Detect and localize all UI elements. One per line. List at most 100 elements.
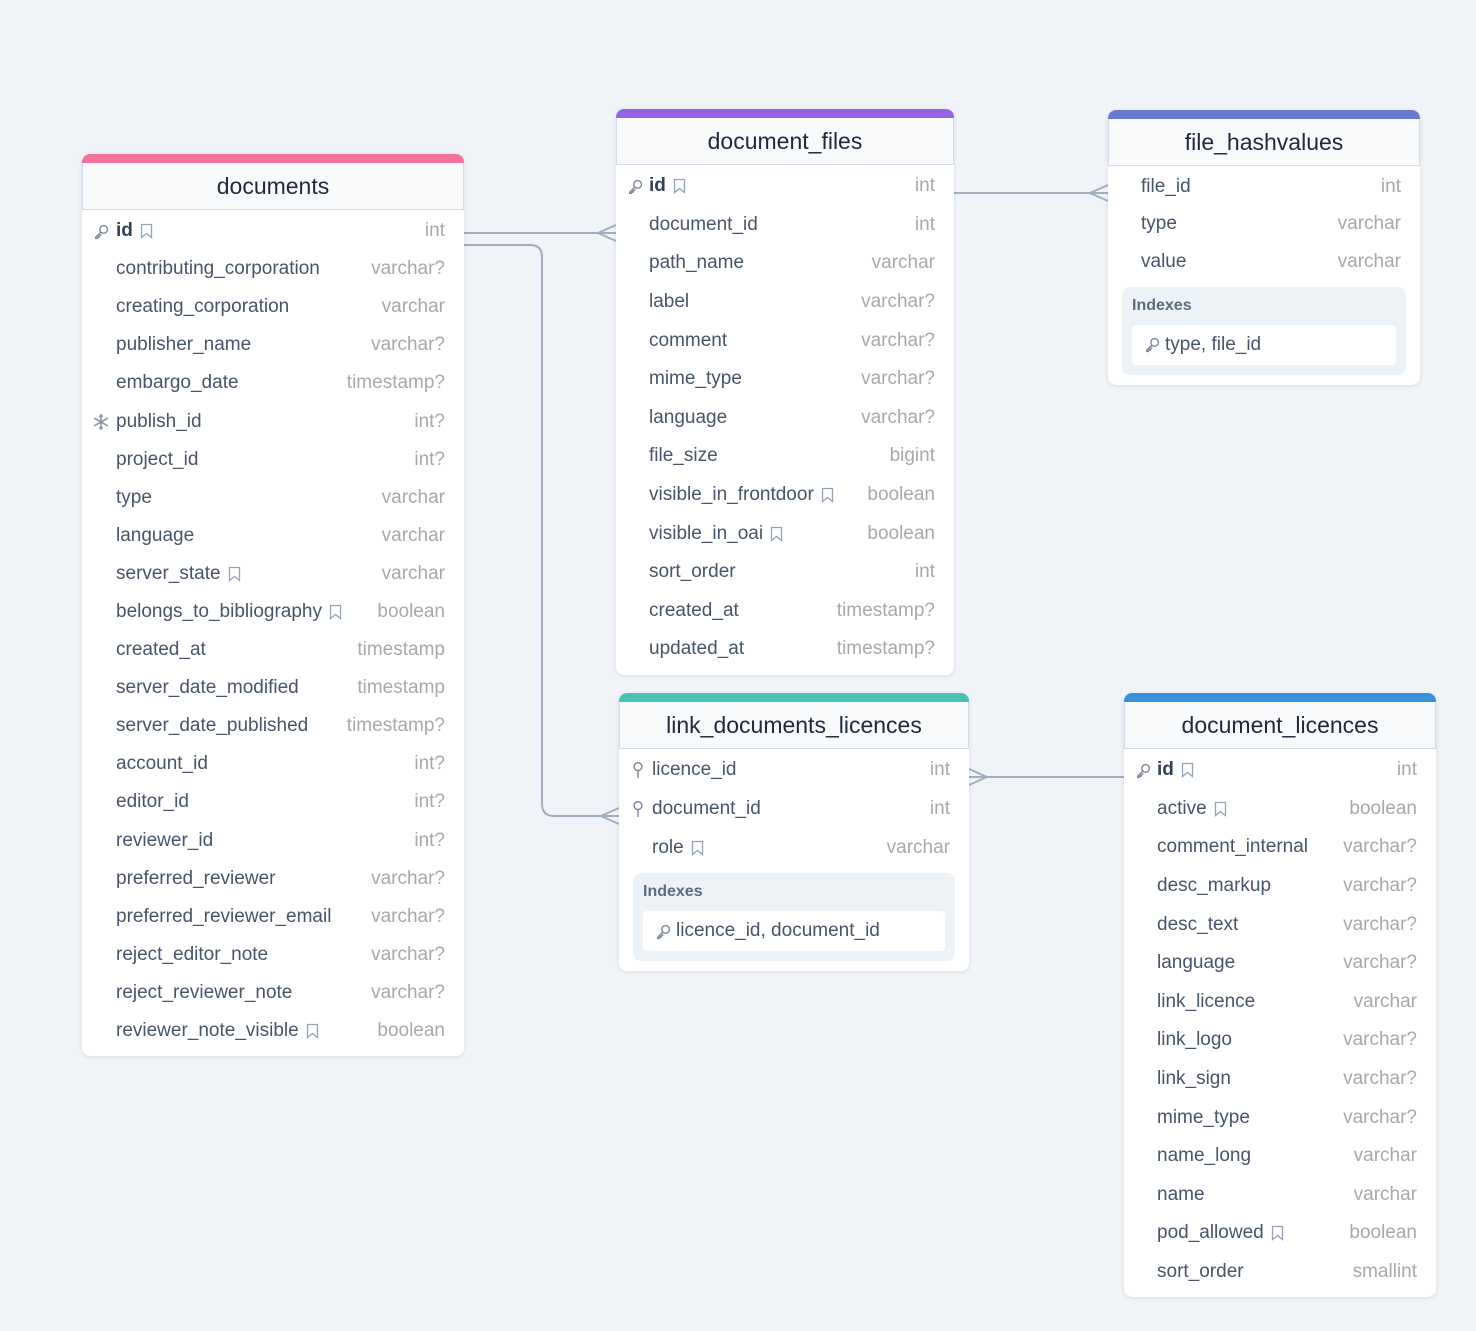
column-name-text: server_date_modified [116,677,299,699]
column-row[interactable]: visible_in_oai boolean [616,514,954,553]
column-row[interactable]: language varchar? [616,399,954,438]
column-type: varchar [886,836,950,858]
table-document-licences[interactable]: document_licences id int active boolean comme… [1124,693,1436,1298]
index-columns: type, file_id [1165,333,1262,355]
column-name: active [1157,798,1227,820]
column-row[interactable]: label varchar? [616,283,954,322]
column-row[interactable]: server_state varchar [82,555,464,593]
column-row[interactable]: link_sign varchar? [1124,1060,1436,1099]
column-row[interactable]: updated_at timestamp? [616,630,954,669]
column-name: comment [649,330,727,352]
column-name-text: mime_type [649,368,742,390]
table-title[interactable]: documents [82,163,464,210]
table-documents[interactable]: documents id int contributing_corporation va… [82,154,464,1057]
column-row[interactable]: path_name varchar [616,244,954,283]
table-title[interactable]: document_files [616,118,954,165]
column-name: licence_id [652,759,737,781]
table-file-hashvalues[interactable]: file_hashvalues file_id int type varchar valu… [1108,110,1420,385]
column-row[interactable]: server_date_modified timestamp [82,669,464,707]
relation-documents-link-documents-licences[interactable] [464,244,619,817]
column-row[interactable]: value varchar [1108,243,1420,281]
column-row[interactable]: desc_markup varchar? [1124,867,1436,906]
column-row[interactable]: role varchar [619,829,969,868]
table-title[interactable]: file_hashvalues [1108,119,1420,166]
column-row[interactable]: desc_text varchar? [1124,905,1436,944]
column-row[interactable]: comment varchar? [616,321,954,360]
column-row[interactable]: contributing_corporation varchar? [82,250,464,288]
column-row[interactable]: visible_in_frontdoor boolean [616,476,954,515]
column-row[interactable]: editor_id int? [82,783,464,821]
column-row[interactable]: file_size bigint [616,437,954,476]
column-row[interactable]: server_date_published timestamp? [82,707,464,745]
column-row[interactable]: document_id int [616,206,954,245]
note-bookmark-icon[interactable] [684,840,704,856]
column-type: timestamp? [346,715,445,737]
column-name: language [1157,952,1235,974]
column-row[interactable]: project_id int? [82,441,464,479]
column-name: publish_id [116,411,202,433]
note-bookmark-icon[interactable] [133,223,153,239]
note-bookmark-icon[interactable] [322,604,342,620]
column-row[interactable]: active boolean [1124,790,1436,829]
column-row[interactable]: mime_type varchar? [616,360,954,399]
column-row[interactable]: preferred_reviewer_email varchar? [82,898,464,936]
column-row[interactable]: link_logo varchar? [1124,1021,1436,1060]
note-bookmark-icon[interactable] [1207,801,1227,817]
note-bookmark-icon[interactable] [666,178,686,195]
column-row[interactable]: created_at timestamp [82,631,464,669]
column-name: sort_order [1157,1261,1244,1283]
index-item[interactable]: type, file_id [1132,324,1396,365]
column-row[interactable]: reviewer_id int? [82,822,464,860]
column-name: preferred_reviewer_email [116,906,331,928]
column-type: varchar? [371,334,445,356]
column-row[interactable]: id int [82,212,464,250]
column-row[interactable]: link_licence varchar [1124,983,1436,1022]
column-name-text: belongs_to_bibliography [116,600,322,622]
table-link-documents-licences[interactable]: link_documents_licences licence_id int docu… [619,693,969,972]
column-row[interactable]: licence_id int [619,751,969,790]
column-row[interactable]: account_id int? [82,745,464,783]
column-row[interactable]: publish_id int? [82,402,464,440]
note-bookmark-icon[interactable] [1264,1225,1284,1242]
column-type: int [1396,759,1417,781]
note-bookmark-icon[interactable] [814,487,834,503]
column-name: name_long [1157,1145,1251,1167]
table-title[interactable]: document_licences [1124,702,1436,749]
table-document-files[interactable]: document_files id int document_id int path_na… [616,109,954,675]
column-row[interactable]: publisher_name varchar? [82,326,464,364]
index-item[interactable]: licence_id, document_id [643,911,945,952]
column-row[interactable]: document_id int [619,790,969,829]
column-row[interactable]: sort_order int [616,553,954,592]
note-bookmark-icon[interactable] [763,526,783,542]
column-row[interactable]: name varchar [1124,1176,1436,1215]
column-row[interactable]: file_id int [1108,168,1420,206]
column-name: document_id [649,214,758,236]
column-row[interactable]: reject_reviewer_note varchar? [82,974,464,1012]
column-row[interactable]: belongs_to_bibliography boolean [82,593,464,631]
table-title[interactable]: link_documents_licences [619,702,969,749]
column-name-text: language [116,524,195,546]
column-row[interactable]: pod_allowed boolean [1124,1214,1436,1253]
column-row[interactable]: creating_corporation varchar [82,288,464,326]
column-row[interactable]: preferred_reviewer varchar? [82,860,464,898]
column-type: timestamp? [836,638,935,660]
note-bookmark-icon[interactable] [221,566,241,582]
column-row[interactable]: language varchar [82,517,464,555]
column-row[interactable]: name_long varchar [1124,1137,1436,1176]
column-row[interactable]: created_at timestamp? [616,592,954,631]
column-row[interactable]: embargo_date timestamp? [82,364,464,402]
note-bookmark-icon[interactable] [1174,762,1194,779]
column-row[interactable]: comment_internal varchar? [1124,828,1436,867]
column-row[interactable]: id int [616,167,954,206]
column-row[interactable]: language varchar? [1124,944,1436,983]
column-row[interactable]: reject_editor_note varchar? [82,936,464,974]
column-row[interactable]: id int [1124,751,1436,790]
note-bookmark-icon[interactable] [299,1023,319,1039]
indexes-label: Indexes [1132,296,1192,314]
column-row[interactable]: type varchar [1108,206,1420,244]
column-row[interactable]: reviewer_note_visible boolean [82,1012,464,1050]
column-row[interactable]: type varchar [82,479,464,517]
column-name-text: link_licence [1157,990,1256,1012]
column-row[interactable]: mime_type varchar? [1124,1098,1436,1137]
column-row[interactable]: sort_order smallint [1124,1253,1436,1292]
